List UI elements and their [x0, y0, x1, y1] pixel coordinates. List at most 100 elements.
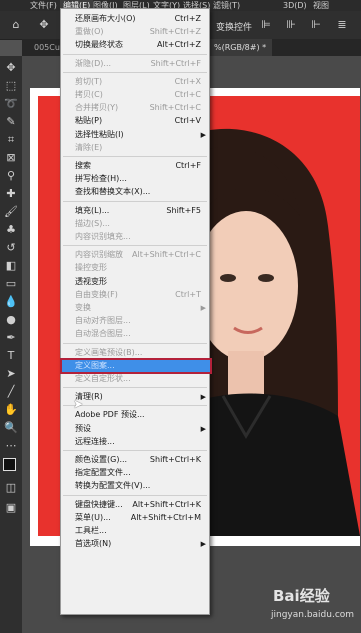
menu-item[interactable]: 填充(L)... Shift+F5 — [61, 204, 209, 218]
menu-item-label: 定义画笔预设(B)... — [75, 347, 143, 357]
eyedropper-icon[interactable]: ⚲ — [3, 168, 19, 184]
menu-item[interactable]: 合并拷贝(Y) Shift+Ctrl+C — [61, 101, 209, 115]
type-icon[interactable]: T — [3, 348, 19, 364]
menu-item[interactable]: 指定配置文件... — [61, 466, 209, 480]
menu-item[interactable]: 透视变形 — [61, 275, 209, 289]
menu-item[interactable]: 首选项(N) ▶ — [61, 537, 209, 551]
menu-item[interactable]: 切换最终状态 Alt+Ctrl+Z — [61, 38, 209, 52]
menu-item-shortcut: Shift+F5 — [166, 205, 201, 215]
menu-item[interactable]: 预设 ▶ — [61, 422, 209, 436]
menu-file[interactable]: 文件(F) — [30, 0, 57, 11]
menu-item[interactable]: 内容识别缩放 Alt+Shift+Ctrl+C — [61, 248, 209, 262]
menu-3d[interactable]: 3D(D) — [283, 0, 307, 11]
menu-item[interactable]: 描边(S)... — [61, 217, 209, 231]
frame-icon[interactable]: ⊠ — [3, 150, 19, 166]
menu-item-label: 内容识别缩放 — [75, 250, 123, 260]
submenu-arrow-icon: ▶ — [200, 304, 206, 312]
crop-icon[interactable]: ⌗ — [3, 132, 19, 148]
dodge-icon[interactable]: ● — [3, 312, 19, 328]
menu-item[interactable]: 选择性粘贴(I) ▶ — [61, 128, 209, 142]
mouse-cursor-icon: ➤ — [73, 397, 84, 411]
menu-item-label: 搜索 — [75, 161, 91, 170]
watermark-url: jingyan.baidu.com — [271, 610, 355, 620]
menu-item[interactable]: Adobe PDF 预设... — [61, 408, 209, 422]
menu-item[interactable]: 剪切(T) Ctrl+X — [61, 75, 209, 89]
home-icon[interactable]: ⌂ — [8, 17, 24, 33]
blur-icon[interactable]: 💧 — [3, 294, 19, 310]
align-center-icon[interactable]: ⊪ — [283, 17, 299, 33]
menu-item[interactable]: 操控变形 — [61, 261, 209, 275]
lasso-icon[interactable]: ➰ — [3, 96, 19, 112]
move-tool-icon[interactable]: ✥ — [36, 17, 52, 33]
marquee-icon[interactable]: ⬚ — [3, 78, 19, 94]
quick-select-icon[interactable]: ✎ — [3, 114, 19, 130]
menu-item[interactable]: 定义图案... — [60, 357, 212, 374]
menu-item-label: 选择性粘贴(I) — [75, 129, 124, 139]
menu-item[interactable]: 渐隐(D)... Shift+Ctrl+F — [61, 57, 209, 71]
menu-item-label: 描边(S)... — [75, 218, 110, 228]
more-tools-icon[interactable]: ⋯ — [3, 438, 19, 454]
line-icon[interactable]: ╱ — [3, 384, 19, 400]
menu-item[interactable]: 工具栏... — [61, 524, 209, 538]
menu-item[interactable]: 定义自定形状... — [61, 372, 209, 386]
menu-item[interactable]: 菜单(U)... Alt+Shift+Ctrl+M — [61, 511, 209, 525]
menu-item[interactable]: 内容识别填充... — [61, 230, 209, 244]
brush-icon[interactable]: 🖌 — [3, 204, 19, 220]
path-select-icon[interactable]: ➤ — [3, 366, 19, 382]
menu-item[interactable]: 清理(R) ▶ — [61, 390, 209, 404]
menu-item[interactable]: 自动混合图层... — [61, 327, 209, 341]
menu-item-shortcut: Alt+Shift+Ctrl+K — [132, 499, 201, 509]
menu-item[interactable]: 自由变换(F) Ctrl+T — [61, 288, 209, 302]
menu-item-label: 清除(E) — [75, 142, 103, 152]
menu-item[interactable]: 重做(O) Shift+Ctrl+Z — [61, 25, 209, 39]
menu-item[interactable]: 转换为配置文件(V)... — [61, 479, 209, 493]
menu-item-label: 粘贴(P) — [75, 116, 103, 126]
menu-item-shortcut: Shift+Ctrl+C — [149, 103, 201, 113]
clone-stamp-icon[interactable]: ♣ — [3, 222, 19, 238]
history-brush-icon[interactable]: ↺ — [3, 240, 19, 256]
gradient-icon[interactable]: ▭ — [3, 276, 19, 292]
tab-document-2[interactable]: %(RGB/8#) * — [208, 39, 273, 56]
menu-view[interactable]: 视图 — [313, 0, 329, 11]
menu-item-label: 远程连接... — [75, 436, 115, 446]
menu-separator — [63, 156, 207, 157]
menu-separator — [63, 200, 207, 202]
screen-mode-icon[interactable]: ▣ — [3, 500, 19, 516]
menu-item[interactable]: 查找和替换文本(X)... — [61, 185, 209, 199]
quick-mask-icon[interactable]: ◫ — [3, 480, 19, 496]
tools-panel: ✥ ⬚ ➰ ✎ ⌗ ⊠ ⚲ ✚ 🖌 ♣ ↺ ◧ ▭ 💧 ● ✒ T ➤ ╱ ✋ … — [0, 56, 23, 633]
menu-item-label: 剪切(T) — [75, 76, 103, 86]
menu-item[interactable]: 键盘快捷键... Alt+Shift+Ctrl+K — [61, 498, 209, 512]
menu-filter[interactable]: 滤镜(T) — [213, 0, 240, 11]
menu-item-label: 查找和替换文本(X)... — [75, 187, 151, 197]
menu-item-label: 工具栏... — [75, 526, 107, 535]
transform-controls-label[interactable]: 变换控件 — [216, 20, 252, 33]
eraser-icon[interactable]: ◧ — [3, 258, 19, 274]
distribute-icon[interactable]: ≣ — [334, 17, 350, 33]
foreground-color-swatch[interactable] — [3, 458, 16, 471]
move-icon[interactable]: ✥ — [3, 60, 19, 76]
menu-item[interactable]: 粘贴(P) Ctrl+V — [61, 114, 209, 128]
menu-item[interactable]: 远程连接... — [61, 435, 209, 449]
submenu-arrow-icon: ▶ — [200, 393, 206, 402]
menu-item[interactable]: 变换 ▶ — [61, 301, 209, 315]
menu-item-shortcut: Alt+Ctrl+Z — [157, 40, 201, 50]
menu-item[interactable]: 自动对齐图层... — [61, 314, 209, 328]
align-right-icon[interactable]: ⊩ — [308, 17, 324, 33]
menu-item[interactable]: 还原画布大小(O) Ctrl+Z — [61, 12, 209, 26]
hand-icon[interactable]: ✋ — [3, 402, 19, 418]
menu-item[interactable]: 清除(E) — [61, 141, 209, 155]
menu-item-shortcut: Ctrl+X — [174, 76, 201, 86]
menu-separator — [63, 342, 207, 344]
menu-separator — [63, 450, 207, 451]
menu-item[interactable]: 拷贝(C) Ctrl+C — [61, 88, 209, 102]
pen-icon[interactable]: ✒ — [3, 330, 19, 346]
menu-item[interactable]: 拼写检查(H)... — [61, 172, 209, 186]
healing-brush-icon[interactable]: ✚ — [3, 186, 19, 202]
menu-item[interactable]: 颜色设置(G)... Shift+Ctrl+K — [61, 453, 209, 467]
menu-item[interactable]: 搜索 Ctrl+F — [61, 159, 209, 173]
menu-item[interactable]: 定义画笔预设(B)... — [61, 346, 209, 360]
align-left-icon[interactable]: ⊫ — [258, 17, 274, 33]
zoom-icon[interactable]: 🔍 — [3, 420, 19, 436]
menu-item-shortcut: Ctrl+V — [174, 116, 201, 126]
